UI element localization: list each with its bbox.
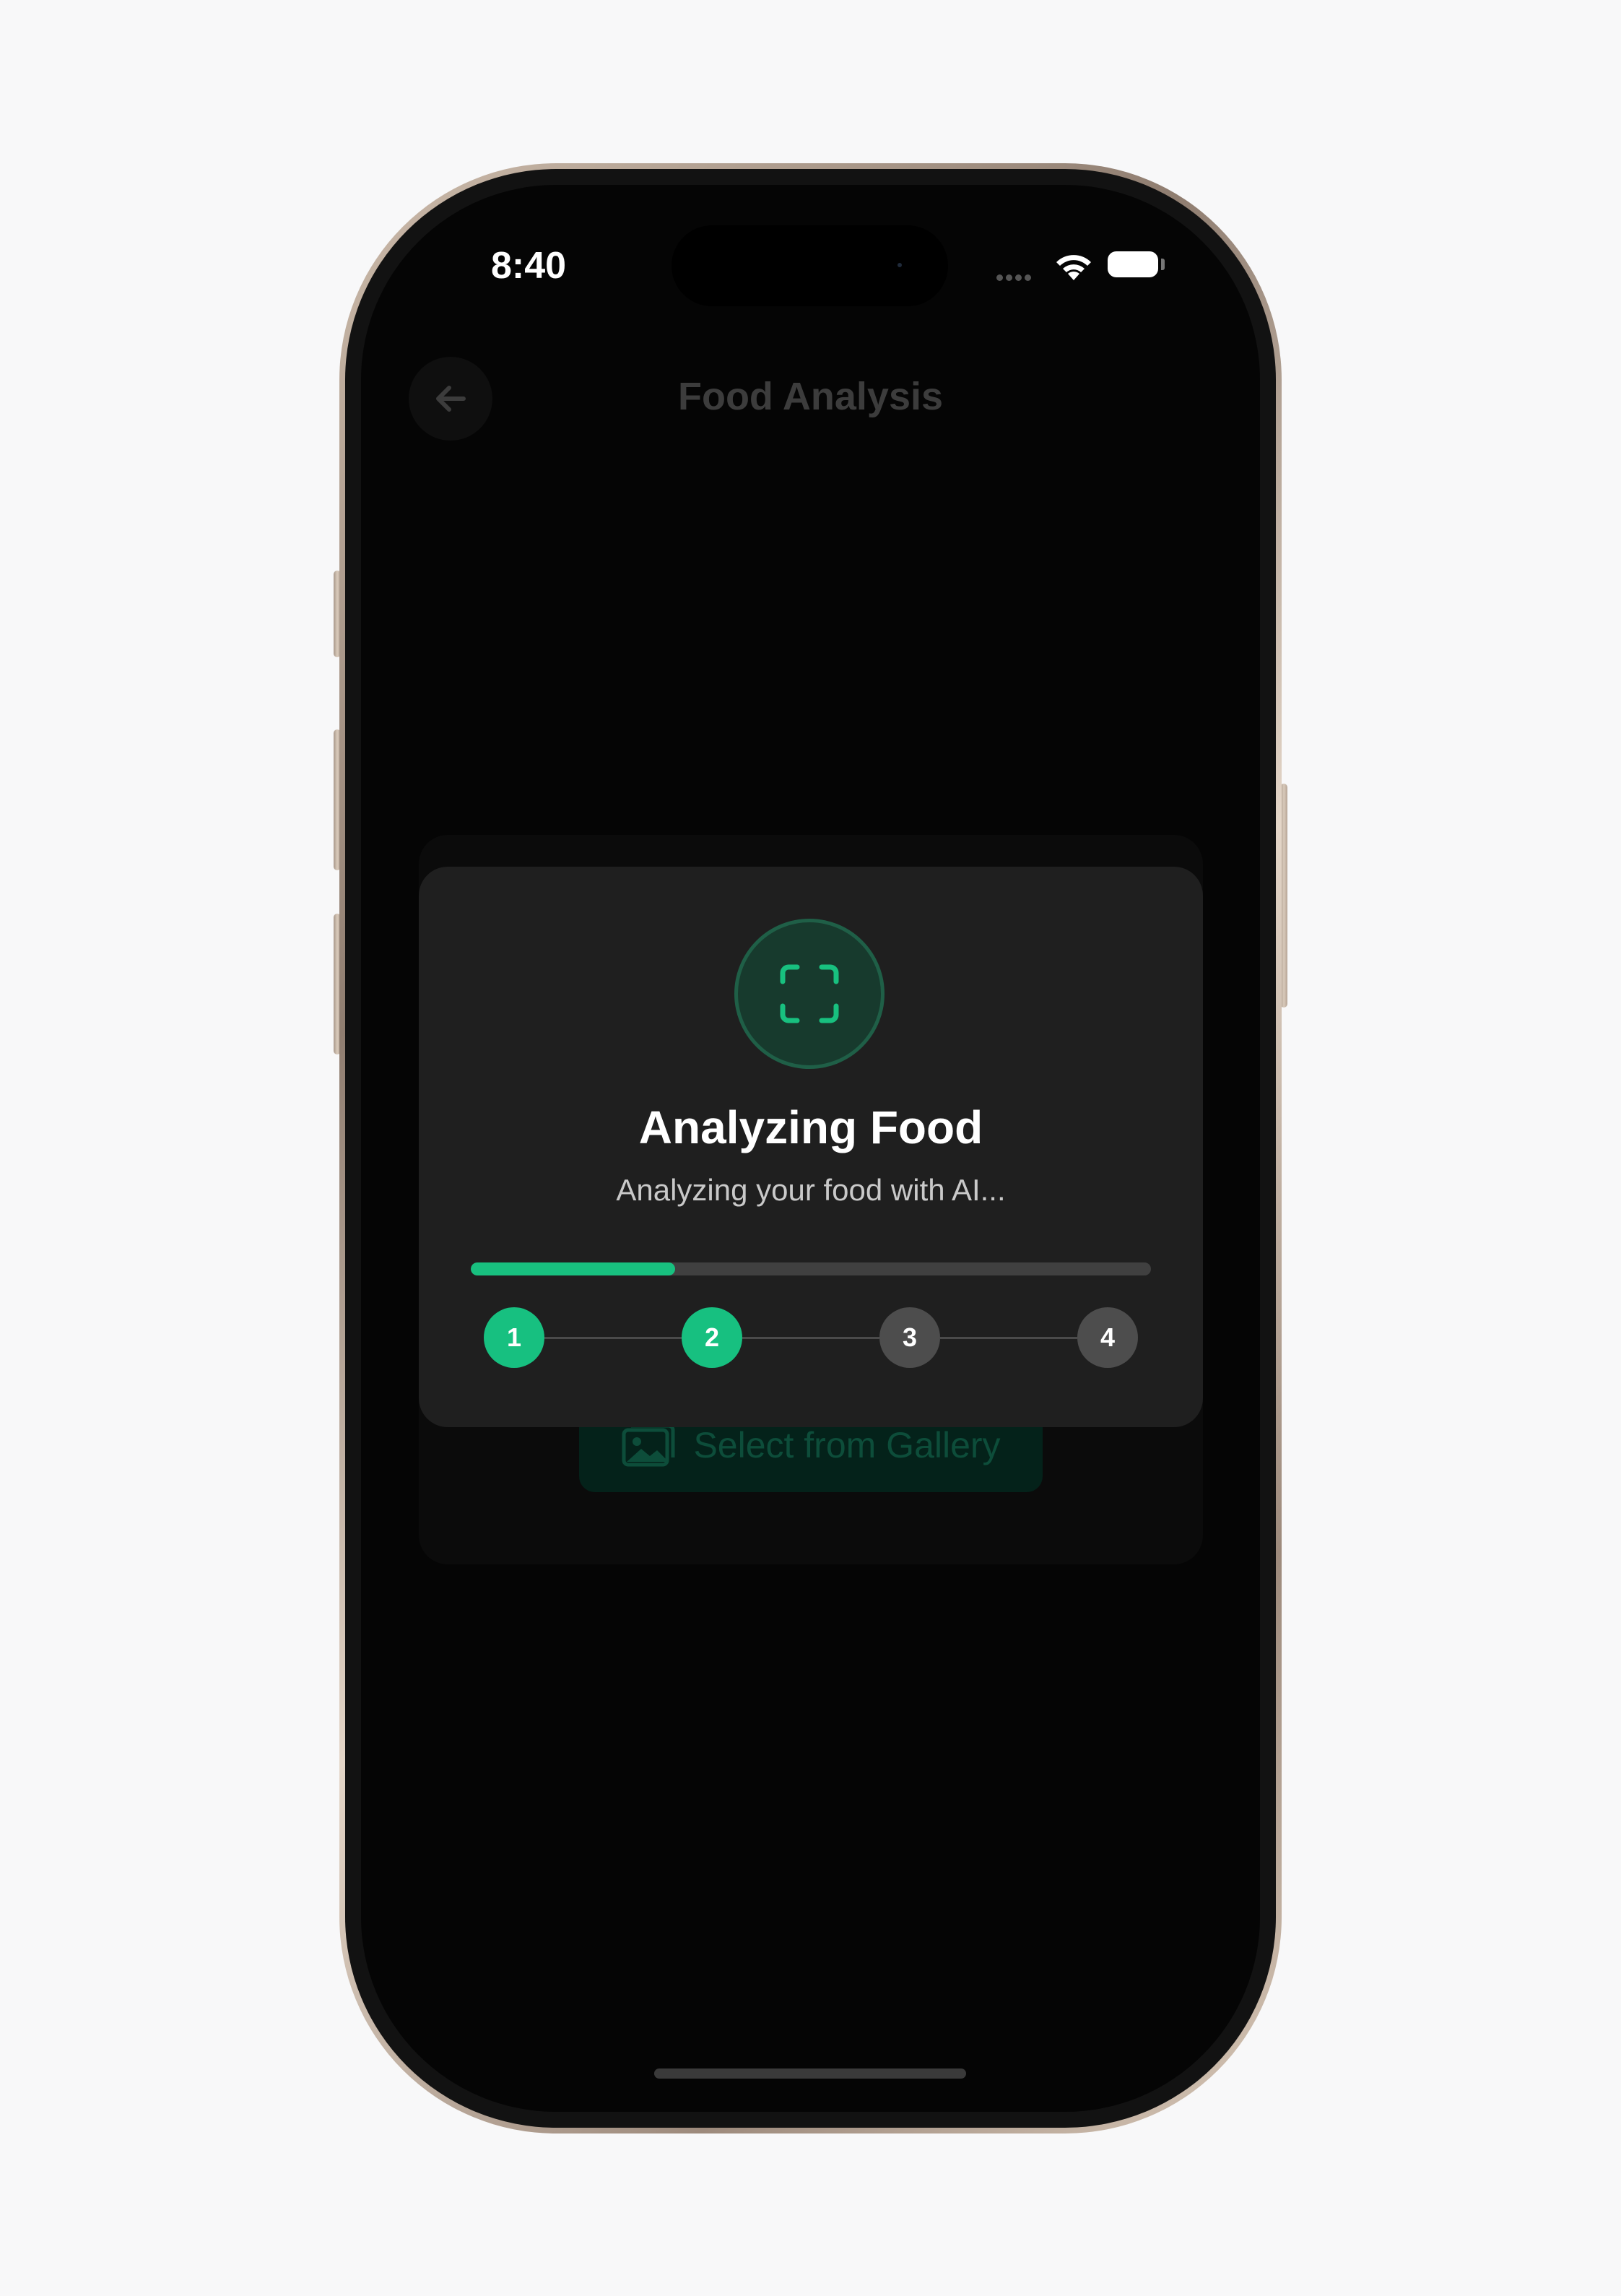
modal-subtitle: Analyzing your food with AI... [616, 1173, 1006, 1207]
wifi-icon [1056, 255, 1091, 280]
scan-frame-icon [780, 964, 839, 1023]
step-3: 3 [879, 1307, 940, 1368]
progress-bar [471, 1262, 1151, 1275]
step-indicator: 1 2 3 4 [484, 1307, 1138, 1368]
page-title: Food Analysis [677, 375, 944, 418]
step-connector [544, 1337, 682, 1339]
step-2: 2 [682, 1307, 742, 1368]
step-connector [940, 1337, 1077, 1339]
cellular-signal-icon [996, 272, 1034, 285]
image-gallery-icon [622, 1424, 675, 1467]
scan-icon-badge [734, 919, 885, 1069]
step-4: 4 [1077, 1307, 1138, 1368]
step-connector [742, 1337, 879, 1339]
status-time: 8:40 [491, 245, 567, 287]
step-1: 1 [484, 1307, 544, 1368]
gallery-button-label: Select from Gallery [693, 1425, 1001, 1465]
battery-tip [1161, 259, 1165, 270]
phone-screen: 8:40 Food Analysis Select from Gallery A… [361, 185, 1260, 2112]
progress-fill [471, 1262, 675, 1275]
analyzing-modal: Analyzing Food Analyzing your food with … [419, 867, 1203, 1427]
modal-title: Analyzing Food [638, 1101, 983, 1153]
dynamic-island [672, 225, 948, 306]
front-camera [898, 263, 902, 267]
battery-icon [1108, 251, 1158, 277]
home-indicator[interactable] [654, 2068, 966, 2079]
